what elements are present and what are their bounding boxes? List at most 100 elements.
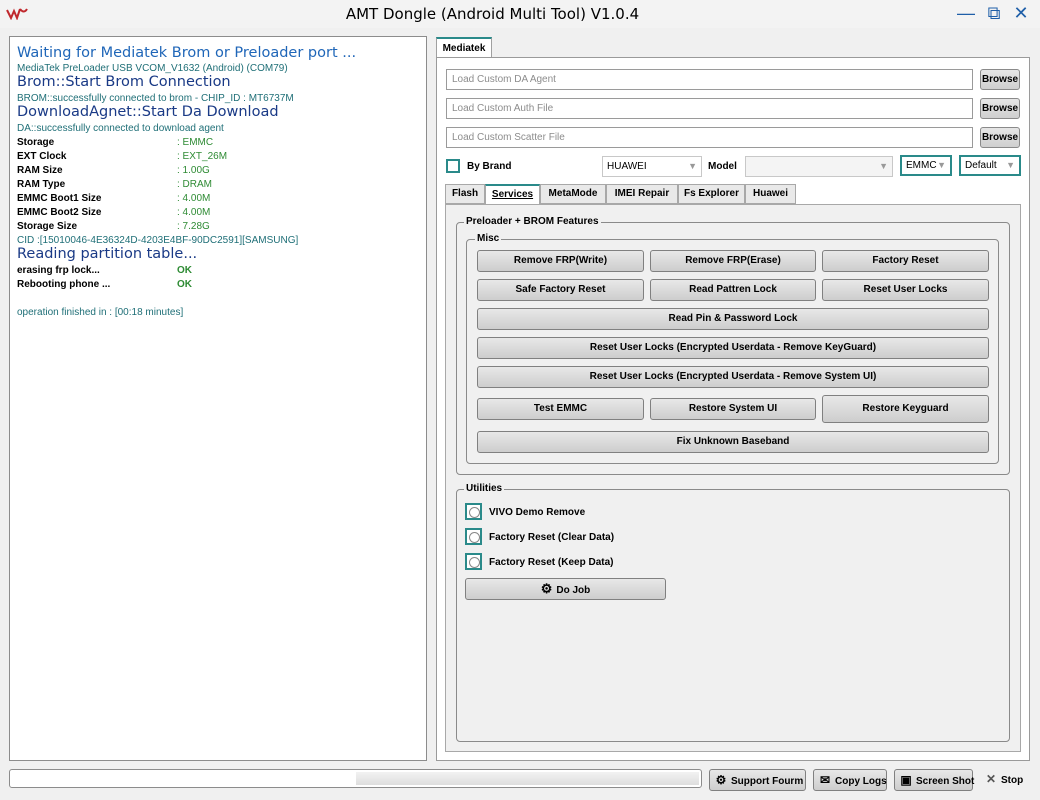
safe-factory-reset-button[interactable]: Safe Factory Reset <box>477 279 644 301</box>
mode-select[interactable]: Default ▼ <box>959 155 1021 176</box>
vivo-demo-radio[interactable] <box>465 503 482 520</box>
info-value: : DRAM <box>177 179 212 190</box>
clear-data-label: Factory Reset (Clear Data) <box>489 532 615 543</box>
remove-keyguard-button[interactable]: Reset User Locks (Encrypted Userdata - R… <box>477 337 989 359</box>
support-forum-button[interactable]: ⚙ Support Fourm <box>709 769 806 791</box>
tab-fs-explorer[interactable]: Fs Explorer <box>678 184 745 204</box>
restore-keyguard-button[interactable]: Restore Keyguard <box>822 395 989 423</box>
info-value: : 4.00M <box>177 207 211 218</box>
gear-icon: ⚙ <box>540 581 553 596</box>
do-job-label: Do Job <box>556 585 591 596</box>
close-icon: ✕ <box>985 772 997 786</box>
scatter-file-field[interactable]: Load Custom Scatter File <box>446 127 973 148</box>
log-line: BROM::successfully connected to brom - C… <box>17 93 294 104</box>
read-pattern-lock-button[interactable]: Read Pattren Lock <box>650 279 816 301</box>
factory-reset-button[interactable]: Factory Reset <box>822 250 989 272</box>
stop-label: Stop <box>1001 775 1024 786</box>
browse-scatter-button[interactable]: Browse <box>980 127 1020 148</box>
tab-imei-repair[interactable]: IMEI Repair <box>606 184 678 204</box>
vivo-demo-label: VIVO Demo Remove <box>489 507 586 518</box>
chevron-down-icon: ▼ <box>879 161 888 171</box>
preloader-brom-title: Preloader + BROM Features <box>464 216 601 227</box>
by-brand-checkbox[interactable] <box>446 159 460 173</box>
stop-button[interactable]: ✕ Stop <box>980 769 1032 791</box>
utilities-group <box>456 489 1010 742</box>
test-emmc-button[interactable]: Test EMMC <box>477 398 644 420</box>
keep-data-label: Factory Reset (Keep Data) <box>489 557 614 568</box>
auth-file-field[interactable]: Load Custom Auth File <box>446 98 973 119</box>
misc-title: Misc <box>475 233 502 244</box>
info-key: Storage <box>17 137 55 148</box>
info-key: EMMC Boot1 Size <box>17 193 102 204</box>
read-pin-password-button[interactable]: Read Pin & Password Lock <box>477 308 989 330</box>
fix-baseband-button[interactable]: Fix Unknown Baseband <box>477 431 989 453</box>
info-key: EXT Clock <box>17 151 67 162</box>
info-value: : 7.28G <box>177 221 210 232</box>
gear-icon: ⚙ <box>715 773 727 787</box>
chevron-down-icon: ▼ <box>1006 160 1015 170</box>
mode-value: Default <box>965 160 997 171</box>
copy-logs-button[interactable]: ✉ Copy Logs <box>813 769 887 791</box>
do-job-button[interactable]: ⚙ Do Job <box>465 578 666 600</box>
title-bar[interactable]: AMT Dongle (Android Multi Tool) V1.0.4 —… <box>0 0 1040 28</box>
cid-line: CID :[15010046-4E36324D-4203E4BF-90DC259… <box>17 235 299 246</box>
tab-huawei[interactable]: Huawei <box>745 184 796 204</box>
partition-line: Reading partition table... <box>17 246 198 262</box>
log-line: DownloadAgnet::Start Da Download <box>17 104 279 120</box>
model-select[interactable]: ▼ <box>745 156 893 177</box>
tab-mediatek[interactable]: Mediatek <box>436 37 492 57</box>
envelope-icon: ✉ <box>819 773 831 787</box>
model-label: Model <box>708 161 737 172</box>
chevron-down-icon: ▼ <box>688 161 697 171</box>
support-label: Support Fourm <box>731 776 804 787</box>
copy-logs-label: Copy Logs <box>835 776 887 787</box>
log-line: Brom::Start Brom Connection <box>17 74 231 90</box>
info-value: : 4.00M <box>177 193 211 204</box>
browse-da-button[interactable]: Browse <box>980 69 1020 90</box>
remove-frp-erase-button[interactable]: Remove FRP(Erase) <box>650 250 816 272</box>
screenshot-button[interactable]: ▣ Screen Shot <box>894 769 975 791</box>
remove-system-ui-button[interactable]: Reset User Locks (Encrypted Userdata - R… <box>477 366 989 388</box>
info-key: Storage Size <box>17 221 78 232</box>
progress-bar <box>9 769 702 788</box>
remove-frp-write-button[interactable]: Remove FRP(Write) <box>477 250 644 272</box>
progress-fill <box>356 772 699 785</box>
info-value: : EXT_26M <box>177 151 228 162</box>
log-line: DA::successfully connected to download a… <box>17 123 224 134</box>
browse-auth-button[interactable]: Browse <box>980 98 1020 119</box>
clear-data-radio[interactable] <box>465 528 482 545</box>
window-title: AMT Dongle (Android Multi Tool) V1.0.4 <box>345 5 640 23</box>
log-panel[interactable]: Waiting for Mediatek Brom or Preloader p… <box>9 36 427 761</box>
info-key: RAM Size <box>17 165 63 176</box>
tab-flash[interactable]: Flash <box>445 184 485 204</box>
log-line: MediaTek PreLoader USB VCOM_V1632 (Andro… <box>17 63 288 74</box>
step-label: erasing frp lock... <box>17 265 100 276</box>
step-status: OK <box>177 279 192 290</box>
disk-icon: ▣ <box>900 773 912 787</box>
storage-select[interactable]: EMMC ▼ <box>900 155 952 176</box>
info-key: RAM Type <box>17 179 66 190</box>
minimize-button[interactable]: — <box>955 3 977 23</box>
close-button[interactable]: ✕ <box>1010 3 1032 23</box>
keep-data-radio[interactable] <box>465 553 482 570</box>
info-key: EMMC Boot2 Size <box>17 207 102 218</box>
utilities-title: Utilities <box>464 483 505 494</box>
chevron-down-icon: ▼ <box>937 160 946 170</box>
log-line: Waiting for Mediatek Brom or Preloader p… <box>17 45 357 61</box>
step-status: OK <box>177 265 192 276</box>
da-agent-field[interactable]: Load Custom DA Agent <box>446 69 973 90</box>
storage-value: EMMC <box>906 160 937 171</box>
reset-user-locks-button[interactable]: Reset User Locks <box>822 279 989 301</box>
info-value: : 1.00G <box>177 165 210 176</box>
brand-select[interactable]: HUAWEI ▼ <box>602 156 702 177</box>
step-label: Rebooting phone ... <box>17 279 111 290</box>
restore-system-ui-button[interactable]: Restore System UI <box>650 398 816 420</box>
maximize-button[interactable]: ⧉ <box>983 3 1005 23</box>
tab-metamode[interactable]: MetaMode <box>540 184 606 204</box>
by-brand-label: By Brand <box>467 161 512 172</box>
tab-services[interactable]: Services <box>485 184 540 205</box>
brand-value: HUAWEI <box>607 161 647 172</box>
info-value: : EMMC <box>177 137 214 148</box>
finished-line: operation finished in : [00:18 minutes] <box>17 307 184 318</box>
screenshot-label: Screen Shot <box>916 776 975 787</box>
